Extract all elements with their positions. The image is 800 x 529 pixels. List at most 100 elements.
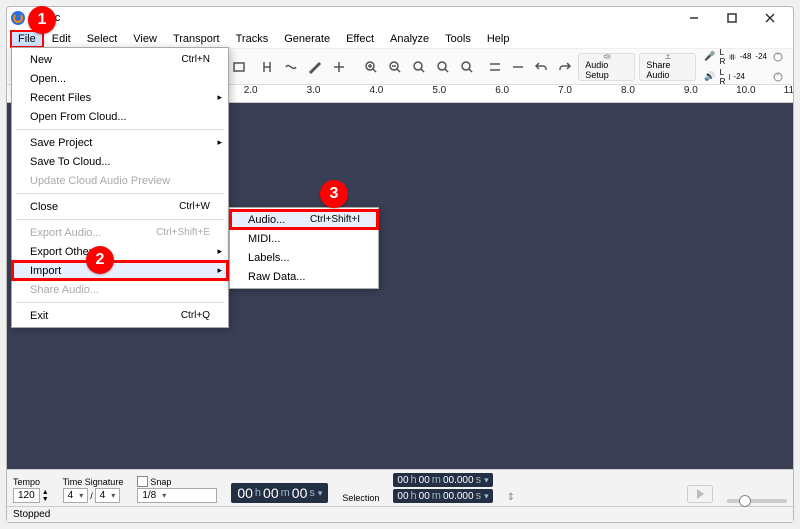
share-icon bbox=[661, 54, 675, 59]
menu-select[interactable]: Select bbox=[80, 31, 125, 47]
tempo-input[interactable]: 120 bbox=[13, 488, 40, 503]
menu-new[interactable]: NewCtrl+N bbox=[12, 50, 228, 69]
menu-save-to-cloud[interactable]: Save To Cloud... bbox=[12, 152, 228, 171]
ruler-tick: 2.0 bbox=[244, 85, 258, 96]
status-text: Stopped bbox=[13, 509, 50, 520]
speaker-out-icon[interactable]: 🔊 bbox=[704, 71, 715, 82]
menu-export-other[interactable]: Export Other bbox=[12, 242, 228, 261]
redo-icon[interactable] bbox=[555, 56, 574, 78]
meter-reset-icon[interactable] bbox=[771, 50, 785, 64]
snap-field: Snap 1/8 bbox=[137, 476, 217, 503]
maximize-button[interactable] bbox=[713, 7, 751, 29]
silence-icon[interactable] bbox=[508, 56, 527, 78]
audio-setup-label: Audio Setup bbox=[585, 60, 628, 80]
selection-field: Selection bbox=[342, 493, 379, 503]
callout-2: 2 bbox=[86, 246, 114, 274]
menu-generate[interactable]: Generate bbox=[277, 31, 337, 47]
ruler-tick: 6.0 bbox=[495, 85, 509, 96]
minimize-button[interactable] bbox=[675, 7, 713, 29]
undo-icon[interactable] bbox=[532, 56, 551, 78]
playback-speed-slider[interactable] bbox=[727, 499, 787, 503]
timesig-field: Time Signature 4 / 4 bbox=[63, 477, 124, 503]
tempo-label: Tempo bbox=[13, 477, 49, 487]
menubar: File Edit Select View Transport Tracks G… bbox=[7, 29, 793, 49]
record-meter[interactable] bbox=[729, 55, 735, 59]
envelope-tool-icon[interactable] bbox=[280, 56, 302, 78]
timesig-denominator[interactable]: 4 bbox=[95, 488, 121, 503]
menu-transport[interactable]: Transport bbox=[166, 31, 227, 47]
selection-mode-icon[interactable]: ⇕ bbox=[507, 492, 515, 503]
menu-help[interactable]: Help bbox=[480, 31, 517, 47]
menu-tools[interactable]: Tools bbox=[438, 31, 478, 47]
ruler-tick: 3.0 bbox=[307, 85, 321, 96]
app-window: Audac File Edit Select View Transport Tr… bbox=[6, 6, 794, 523]
zoom-out-icon[interactable] bbox=[384, 56, 406, 78]
status-bar: Stopped bbox=[7, 506, 793, 522]
menu-open-from-cloud[interactable]: Open From Cloud... bbox=[12, 107, 228, 126]
ruler-tick: 7.0 bbox=[558, 85, 572, 96]
selection-label: Selection bbox=[342, 493, 379, 503]
tempo-spinner[interactable]: ▲▼ bbox=[42, 489, 49, 503]
import-raw[interactable]: Raw Data... bbox=[230, 267, 378, 286]
mic-icon[interactable]: 🎤 bbox=[704, 51, 715, 62]
close-button[interactable] bbox=[751, 7, 789, 29]
zoom-toggle-icon[interactable] bbox=[456, 56, 478, 78]
selection-start[interactable]: 00h 00m 00.000s bbox=[393, 473, 492, 487]
ruler-tick: 4.0 bbox=[369, 85, 383, 96]
window-title: Audac bbox=[29, 12, 675, 24]
share-audio-label: Share Audio bbox=[646, 60, 689, 80]
trim-icon[interactable] bbox=[485, 56, 504, 78]
draw-tool-icon[interactable] bbox=[304, 56, 326, 78]
fit-project-icon[interactable] bbox=[432, 56, 454, 78]
menu-import[interactable]: Import bbox=[12, 261, 228, 280]
import-midi[interactable]: MIDI... bbox=[230, 229, 378, 248]
menu-update-cloud: Update Cloud Audio Preview bbox=[12, 171, 228, 190]
audio-setup-button[interactable]: Audio Setup bbox=[578, 53, 635, 81]
import-labels[interactable]: Labels... bbox=[230, 248, 378, 267]
menu-share-audio: Share Audio... bbox=[12, 280, 228, 299]
app-logo-icon bbox=[11, 11, 25, 25]
menu-view[interactable]: View bbox=[126, 31, 164, 47]
timesig-numerator[interactable]: 4 bbox=[63, 488, 89, 503]
selection-tool-icon[interactable] bbox=[256, 56, 278, 78]
menu-open[interactable]: Open... bbox=[12, 69, 228, 88]
ruler-tick: 10.0 bbox=[736, 85, 755, 96]
ruler-tick: 9.0 bbox=[684, 85, 698, 96]
callout-1: 1 bbox=[28, 6, 56, 34]
zoom-tools bbox=[357, 53, 481, 81]
import-submenu: Audio...Ctrl+Shift+I MIDI... Labels... R… bbox=[229, 207, 379, 289]
menu-close[interactable]: CloseCtrl+W bbox=[12, 197, 228, 216]
snap-checkbox[interactable] bbox=[137, 476, 148, 487]
menu-exit[interactable]: ExitCtrl+Q bbox=[12, 306, 228, 325]
meter-tick: -24 bbox=[733, 72, 745, 81]
file-menu-dropdown: NewCtrl+N Open... Recent Files Open From… bbox=[11, 47, 229, 328]
play-at-speed-button[interactable] bbox=[687, 485, 713, 503]
menu-export-audio: Export Audio...Ctrl+Shift+E bbox=[12, 223, 228, 242]
tempo-field: Tempo 120 ▲▼ bbox=[13, 477, 49, 503]
import-audio[interactable]: Audio...Ctrl+Shift+I bbox=[230, 210, 378, 229]
loop-button[interactable] bbox=[230, 56, 249, 78]
ruler-tick: 8.0 bbox=[621, 85, 635, 96]
snap-combo[interactable]: 1/8 bbox=[137, 488, 217, 503]
ruler-tick: 11.0 bbox=[784, 85, 793, 96]
share-audio-button[interactable]: Share Audio bbox=[639, 53, 696, 81]
speaker-icon bbox=[600, 54, 614, 59]
menu-analyze[interactable]: Analyze bbox=[383, 31, 436, 47]
menu-recent-files[interactable]: Recent Files bbox=[12, 88, 228, 107]
edit-tools bbox=[253, 53, 353, 81]
zoom-in-icon[interactable] bbox=[360, 56, 382, 78]
meter-tick: -24 bbox=[755, 52, 767, 61]
menu-effect[interactable]: Effect bbox=[339, 31, 381, 47]
multi-tool-icon[interactable] bbox=[328, 56, 350, 78]
fit-selection-icon[interactable] bbox=[408, 56, 430, 78]
selection-end[interactable]: 00h 00m 00.000s bbox=[393, 489, 492, 503]
menu-edit[interactable]: Edit bbox=[45, 31, 78, 47]
ruler-tick: 5.0 bbox=[432, 85, 446, 96]
snap-label: Snap bbox=[150, 477, 171, 487]
position-time[interactable]: 00h 00m 00s bbox=[231, 483, 328, 503]
meter-tick: -48 bbox=[740, 52, 752, 61]
menu-tracks[interactable]: Tracks bbox=[229, 31, 276, 47]
meter-reset-icon[interactable] bbox=[771, 70, 785, 84]
menu-save-project[interactable]: Save Project bbox=[12, 133, 228, 152]
titlebar: Audac bbox=[7, 7, 793, 29]
